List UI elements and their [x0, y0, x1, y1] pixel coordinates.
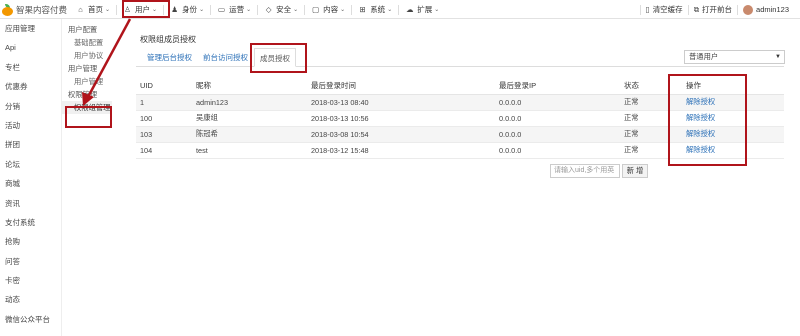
- external-link-icon: ⧉: [693, 4, 700, 14]
- sidebar-item-api[interactable]: Api: [0, 38, 61, 57]
- user-group-select-value: 普通用户: [689, 52, 719, 61]
- nav-extend[interactable]: ☁ 扩展 ⌄: [399, 0, 445, 19]
- chevron-down-icon: ⌄: [246, 7, 252, 13]
- sidebar-item-mall[interactable]: 商城: [0, 174, 61, 193]
- sidebar-item-wechat[interactable]: 微信公众平台: [0, 310, 61, 329]
- cell-nickname: 吴康组: [192, 110, 307, 127]
- cell-nickname: admin123: [192, 94, 307, 111]
- cloud-icon: ☁: [405, 5, 414, 14]
- sidebar-item-column[interactable]: 专栏: [0, 58, 61, 77]
- annotation-box-member-tab: [250, 43, 307, 73]
- cell-nickname: test: [192, 142, 307, 159]
- open-frontend-button[interactable]: ⧉ 打开前台: [687, 4, 737, 15]
- annotation-box-user-nav: [122, 0, 170, 18]
- nav-label: 安全: [276, 5, 292, 14]
- chevron-down-icon: ⌄: [387, 7, 393, 13]
- nav-content[interactable]: ▢ 内容 ⌄: [305, 0, 351, 19]
- cell-last-login-time: 2018-03-08 10:54: [307, 126, 495, 143]
- windows-icon: ⊞: [359, 5, 366, 14]
- sidebar-item-group-buy[interactable]: 拼团: [0, 135, 61, 154]
- app-logo[interactable]: 智果内容付费: [2, 3, 67, 17]
- nav-label: 系统: [370, 5, 386, 14]
- sidebar: 应用管理 Api 专栏 优惠券 分销 活动 拼团 论坛 商城 资讯 支付系统 抢…: [0, 19, 62, 336]
- subnav-item-user-manage[interactable]: 用户管理: [62, 75, 112, 88]
- cell-nickname: 陈冠希: [192, 126, 307, 143]
- logo-fruit-icon: [2, 4, 13, 16]
- column-header-uid: UID: [136, 77, 192, 95]
- nav-label: 首页: [88, 5, 103, 14]
- cell-uid: 104: [136, 142, 192, 159]
- chevron-down-icon: ⌄: [340, 7, 346, 13]
- top-bar: 智果内容付费 ⌂ 首页 ⌄ ♙ 用户 ⌄ ♟ 身份 ⌄ ▭ 运营 ⌄ ◇ 安全: [0, 0, 800, 19]
- nav-operations[interactable]: ▭ 运营 ⌄: [211, 0, 257, 19]
- chevron-down-icon: ▼: [775, 54, 781, 60]
- sidebar-item-app-manage[interactable]: 应用管理: [0, 19, 61, 38]
- home-icon: ⌂: [78, 5, 83, 14]
- chevron-down-icon: ⌄: [293, 7, 299, 13]
- column-header-last-login-time: 最后登录时间: [307, 77, 495, 95]
- top-right-actions: ▯ 清空缓存 ⧉ 打开前台 admin123: [639, 0, 794, 19]
- column-header-last-login-ip: 最后登录IP: [495, 77, 620, 95]
- subnav-group-permission: 权限管理: [68, 90, 98, 99]
- sidebar-item-feed[interactable]: 动态: [0, 290, 61, 309]
- page-title: 权限组成员授权: [140, 35, 196, 44]
- shield-icon: ◇: [265, 5, 272, 14]
- sidebar-item-activity[interactable]: 活动: [0, 116, 61, 135]
- sidebar-item-distribution[interactable]: 分销: [0, 97, 61, 116]
- tab-front-auth[interactable]: 前台访问授权: [198, 48, 253, 67]
- annotation-box-permission-group: [65, 106, 112, 128]
- cell-last-login-time: 2018-03-13 10:56: [307, 110, 495, 127]
- sub-sidebar: 用户配置 基础配置 用户协议 用户管理 用户管理 权限管理 权限组管理: [62, 19, 112, 336]
- cell-uid: 1: [136, 94, 192, 111]
- subnav-group-user-manage: 用户管理: [68, 64, 98, 73]
- clear-cache-label: 清空缓存: [652, 5, 683, 14]
- sidebar-item-coupon[interactable]: 优惠券: [0, 77, 61, 96]
- cell-last-login-ip: 0.0.0.0: [495, 94, 620, 111]
- cell-last-login-ip: 0.0.0.0: [495, 110, 620, 127]
- sidebar-item-news[interactable]: 资讯: [0, 194, 61, 213]
- uid-input[interactable]: 请输入uid,多个用英: [550, 164, 620, 178]
- trash-icon: ▯: [645, 5, 650, 14]
- sidebar-item-forum[interactable]: 论坛: [0, 155, 61, 174]
- identity-icon: ♟: [171, 5, 178, 14]
- chevron-down-icon: ⌄: [199, 7, 205, 13]
- tab-admin-auth[interactable]: 管理后台授权: [142, 48, 197, 67]
- monitor-icon: ▭: [218, 5, 226, 14]
- avatar: [743, 4, 754, 15]
- app-name: 智果内容付费: [16, 5, 68, 15]
- nav-identity[interactable]: ♟ 身份 ⌄: [164, 0, 210, 19]
- subnav-item-basic-config[interactable]: 基础配置: [62, 36, 112, 49]
- add-member-button[interactable]: 新 增: [622, 164, 648, 178]
- clear-cache-button[interactable]: ▯ 清空缓存: [639, 4, 688, 15]
- username: admin123: [756, 5, 789, 14]
- nav-label: 内容: [323, 5, 339, 14]
- chevron-down-icon: ⌄: [105, 7, 111, 13]
- nav-security[interactable]: ◇ 安全 ⌄: [258, 0, 304, 19]
- annotation-box-action-column: [668, 74, 747, 166]
- cell-uid: 103: [136, 126, 192, 143]
- subnav-group-user-config: 用户配置: [68, 25, 98, 34]
- open-frontend-label: 打开前台: [702, 5, 733, 14]
- cell-last-login-ip: 0.0.0.0: [495, 126, 620, 143]
- user-group-select[interactable]: 普通用户 ▼: [684, 50, 785, 64]
- content-icon: ▢: [312, 5, 320, 14]
- nav-home[interactable]: ⌂ 首页 ⌄: [70, 0, 116, 19]
- cell-uid: 100: [136, 110, 192, 127]
- sidebar-item-payment[interactable]: 支付系统: [0, 213, 61, 232]
- sidebar-item-card-key[interactable]: 卡密: [0, 271, 61, 290]
- cell-last-login-time: 2018-03-12 15:48: [307, 142, 495, 159]
- nav-label: 运营: [229, 5, 245, 14]
- subnav-item-user-agreement[interactable]: 用户协议: [62, 49, 112, 62]
- sidebar-item-flash-sale[interactable]: 抢购: [0, 232, 61, 251]
- nav-label: 身份: [182, 5, 198, 14]
- nav-label: 扩展: [417, 5, 433, 14]
- sidebar-item-qa[interactable]: 问答: [0, 252, 61, 271]
- nav-system[interactable]: ⊞ 系统 ⌄: [352, 0, 398, 19]
- chevron-down-icon: ⌄: [434, 7, 440, 13]
- cell-last-login-time: 2018-03-13 08:40: [307, 94, 495, 111]
- cell-last-login-ip: 0.0.0.0: [495, 142, 620, 159]
- user-menu[interactable]: admin123: [737, 4, 794, 15]
- column-header-nickname: 昵称: [192, 77, 307, 95]
